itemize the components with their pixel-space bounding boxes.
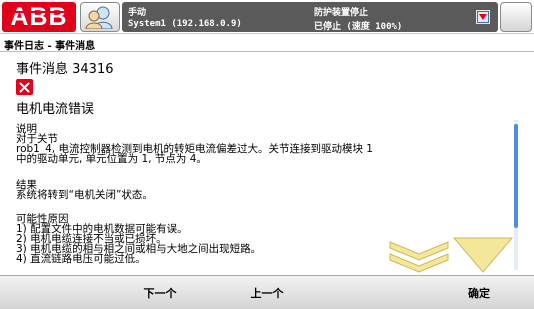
- cause-line: 4) 直流链路电压可能过低。: [16, 253, 146, 265]
- event-notice-icon[interactable]: [476, 10, 490, 24]
- breadcrumb: 事件日志 - 事件消息: [4, 41, 96, 52]
- event-name: 电机电流错误: [16, 102, 95, 117]
- error-icon: [16, 79, 33, 95]
- scrollbar-thumb[interactable]: [514, 124, 518, 228]
- close-icon[interactable]: [500, 2, 532, 32]
- abb-menu-button[interactable]: ABB: [2, 2, 76, 32]
- consequence-line: 系统将转到“电机关闭”状态。: [16, 189, 153, 201]
- top-status-bar: ABB 手动 System1 (192.168.0.9) 防护装置停止 已停止 …: [0, 0, 534, 34]
- description-line: 中的驱动单元, 单元位置为 1, 节点为 4。: [16, 153, 207, 165]
- run-status: 已停止 (速度 100%): [314, 22, 403, 32]
- guard-status: 防护装置停止: [314, 8, 369, 18]
- event-title: 事件消息 34316: [16, 62, 114, 77]
- abb-logo-text: ABB: [10, 2, 68, 31]
- command-bar: 下一个 上一个 确定: [0, 275, 534, 309]
- user-group-icon[interactable]: [80, 2, 120, 32]
- status-panel[interactable]: 手动 System1 (192.168.0.9) 防护装置停止 已停止 (速度 …: [122, 2, 498, 32]
- divider: [0, 51, 534, 52]
- scroll-down-icon[interactable]: [388, 236, 450, 274]
- system-name: System1 (192.168.0.9): [128, 19, 242, 29]
- previous-button[interactable]: 上一个: [212, 276, 322, 309]
- page-down-icon[interactable]: [452, 236, 514, 274]
- ok-button[interactable]: 确定: [424, 276, 534, 309]
- mode-text: 手动: [128, 8, 147, 18]
- next-button[interactable]: 下一个: [105, 276, 215, 309]
